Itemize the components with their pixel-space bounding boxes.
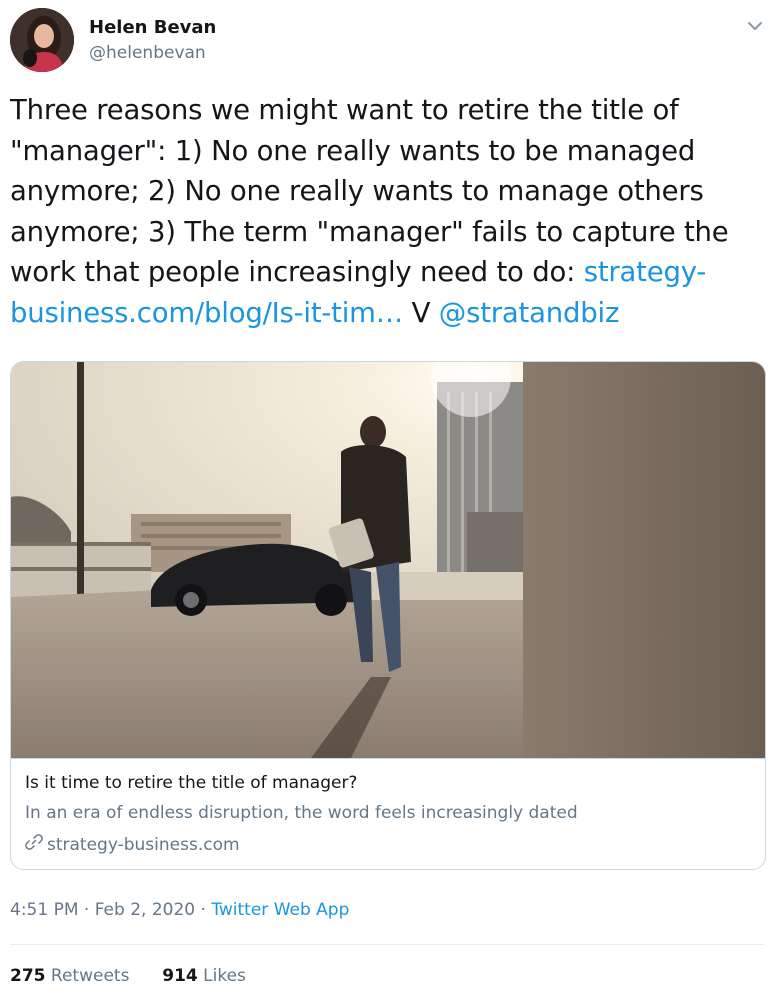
likes-label: Likes — [203, 966, 246, 986]
retweets-label: Retweets — [50, 966, 130, 986]
card-image[interactable] — [11, 362, 765, 758]
author-name[interactable]: Helen Bevan — [89, 17, 216, 38]
likes-count: 914 — [162, 966, 198, 986]
tweet-meta: 4:51 PM · Feb 2, 2020 · Twitter Web App — [10, 900, 349, 920]
link-icon — [25, 833, 43, 856]
avatar[interactable] — [10, 8, 74, 72]
card-domain: strategy-business.com — [25, 833, 240, 856]
link-card[interactable]: Is it time to retire the title of manage… — [10, 361, 766, 870]
tweet-text: Three reasons we might want to retire th… — [10, 90, 750, 334]
via-text: V — [403, 296, 439, 329]
card-domain-text: strategy-business.com — [47, 834, 240, 855]
card-description: In an era of endless disruption, the wor… — [25, 803, 578, 823]
author-handle[interactable]: @helenbevan — [89, 43, 206, 63]
retweets-stat[interactable]: 275 Retweets — [10, 966, 129, 986]
card-title[interactable]: Is it time to retire the title of manage… — [25, 773, 357, 793]
likes-stat[interactable]: 914 Likes — [162, 966, 246, 986]
tweet-stats: 275 Retweets 914 Likes — [10, 966, 246, 986]
chevron-down-icon[interactable] — [744, 15, 766, 37]
retweets-count: 275 — [10, 966, 46, 986]
card-divider — [11, 758, 765, 759]
timestamp[interactable]: 4:51 PM · Feb 2, 2020 · — [10, 900, 211, 920]
source-link[interactable]: Twitter Web App — [211, 900, 349, 920]
mention-link[interactable]: @stratandbiz — [439, 297, 620, 329]
divider — [10, 944, 764, 945]
